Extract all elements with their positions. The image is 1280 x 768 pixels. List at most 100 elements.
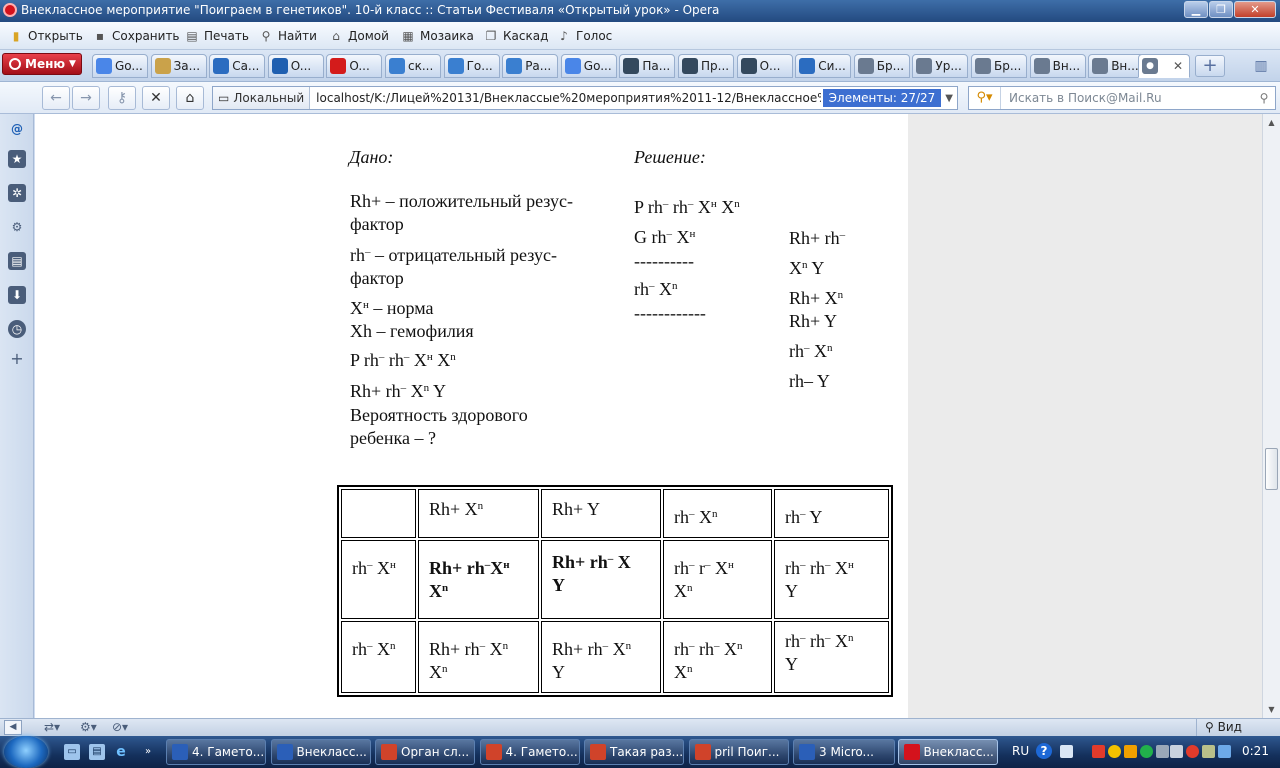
close-window-button[interactable]: ✕ [1234,1,1276,18]
home-nav-button[interactable]: ⌂ [176,86,204,110]
page-margin [908,114,1262,718]
save-button[interactable]: ▪ Сохранить [92,25,180,47]
tab-11[interactable]: О... [736,54,793,78]
taskbar-item[interactable]: 3 Micro... [793,739,895,765]
tray-icon[interactable] [1140,745,1153,758]
tab-5[interactable]: ск... [385,54,441,78]
tab-1[interactable]: За... [150,54,207,78]
address-field[interactable]: ▭ Локальный localhost/K:/Лицей%20131/Внек… [212,86,958,110]
url-text[interactable]: localhost/K:/Лицей%20131/Внеклассые%20ме… [310,91,821,105]
tray-icon[interactable] [1108,745,1121,758]
tab-9[interactable]: Па... [619,54,676,78]
explorer-icon[interactable]: ▤ [89,744,105,760]
unite-icon[interactable]: ⚙▾ [80,720,97,734]
toggle-panel-icon[interactable]: ◀ [4,720,22,735]
tab-2[interactable]: Са... [209,54,266,78]
forward-button[interactable]: → [72,86,100,110]
turbo-icon[interactable]: ⊘▾ [112,720,128,734]
tab-active[interactable]: ● ✕ [1138,54,1190,78]
solution-line: G rh– Xн [634,227,696,247]
zoom-indicator[interactable]: ⚲ Вид (130%) [1196,719,1280,751]
history-icon[interactable]: ◷ [8,320,26,338]
notes-icon[interactable]: ▤ [8,252,26,270]
elements-badge[interactable]: Элементы: 27/27 [822,89,942,107]
stop-button[interactable]: ✕ [142,86,170,110]
table-row: rh– Xn Rh+ rh– Xn Xn Rh+ rh– Xn Y rh– rh– … [341,621,889,693]
antivirus-icon[interactable] [1092,745,1105,758]
taskbar-item[interactable]: Такая раз... [584,739,684,765]
transfers-icon[interactable]: ⚙ [8,218,26,236]
maximize-button[interactable]: ❐ [1209,1,1233,18]
punnett-table: Rh+ Xn Rh+ Y rh– Xn rh– Y rh– Xн Rh+ rh–… [337,485,893,697]
tray-icon[interactable] [1202,745,1215,758]
taskbar-item[interactable]: Орган сл... [375,739,475,765]
back-button[interactable]: ← [42,86,70,110]
tray-icon[interactable] [1218,745,1231,758]
tab-0[interactable]: Go... [92,54,148,78]
search-go-icon[interactable]: ⚲ [1253,91,1275,105]
tab-10[interactable]: Пр... [678,54,734,78]
scroll-thumb[interactable] [1265,448,1278,490]
table-cell: rh– Y [774,489,889,538]
tab-4[interactable]: O... [326,54,383,78]
tab-13[interactable]: Бр... [853,54,910,78]
search-input[interactable]: Искать в Поиск@Mail.Ru [1001,91,1253,105]
clock[interactable]: 0:21 [1242,744,1269,758]
voice-button[interactable]: ♪ Голос [556,25,612,47]
tab-7[interactable]: Ра... [502,54,559,78]
taskbar-item[interactable]: 4. Гамето... [166,739,266,765]
taskbar-item[interactable]: Внекласс... [897,739,998,765]
add-panel-icon[interactable]: + [8,350,26,368]
ie-icon[interactable]: e [113,744,129,760]
widgets-icon[interactable]: ✲ [8,184,26,202]
start-button[interactable] [4,736,48,768]
quicklaunch-more-icon[interactable]: » [140,744,156,760]
opera-menu-button[interactable]: Меню ▼ [2,53,82,75]
search-engine-icon[interactable]: ⚲▾ [969,87,1001,109]
find-button[interactable]: ⚲ Найти [258,25,317,47]
tray-icon[interactable] [1060,745,1073,758]
help-icon[interactable]: ? [1036,743,1052,759]
address-dropdown-icon[interactable]: ▼ [941,93,957,104]
scroll-up-icon[interactable]: ▲ [1263,114,1280,131]
open-button[interactable]: ▮ Открыть [8,25,83,47]
tab-16[interactable]: Вн... [1029,54,1086,78]
printer-icon: ▤ [186,29,198,43]
taskbar-item[interactable]: pril Поиг... [688,739,789,765]
minimize-button[interactable]: ▁ [1184,1,1208,18]
home-button[interactable]: ⌂ Домой [328,25,389,47]
cascade-button[interactable]: ❐ Каскад [483,25,549,47]
taskbar-item[interactable]: 4. Гамето... [479,739,580,765]
new-tab-button[interactable]: + [1195,55,1225,77]
bookmarks-icon[interactable]: ★ [8,150,26,168]
mail-icon[interactable]: @ [8,120,26,138]
tab-6[interactable]: Го... [443,54,500,78]
taskbar-item[interactable]: Внекласс... [270,739,371,765]
tab-15[interactable]: Бр... [971,54,1027,78]
tab-14[interactable]: Ур... [912,54,969,78]
downloads-icon[interactable]: ⬇ [8,286,26,304]
search-box[interactable]: ⚲▾ Искать в Поиск@Mail.Ru ⚲ [968,86,1276,110]
tab-17[interactable]: Вн... [1088,54,1145,78]
key-icon[interactable]: ⚷ [108,86,136,110]
tab-8[interactable]: Go... [560,54,617,78]
tab-3[interactable]: O... [267,54,324,78]
trash-icon[interactable]: ▥ [1250,55,1272,77]
scroll-down-icon[interactable]: ▼ [1263,701,1280,718]
tray-icon[interactable] [1156,745,1169,758]
show-desktop-icon[interactable]: ▭ [64,744,80,760]
volume-icon[interactable] [1170,745,1183,758]
local-indicator[interactable]: ▭ Локальный [213,87,311,109]
tile-button[interactable]: ▦ Мозаика [400,25,474,47]
given-line: фактор [350,214,404,234]
tab-12[interactable]: Си... [795,54,852,78]
close-tab-icon[interactable]: ✕ [1173,59,1183,73]
network-icon[interactable] [1186,745,1199,758]
tab-label: Вн... [1052,59,1081,73]
sync-icon[interactable]: ⇄▾ [44,720,60,734]
vertical-scrollbar[interactable]: ▲ ▼ [1262,114,1280,718]
language-indicator[interactable]: RU [1012,744,1029,758]
tray-icon[interactable] [1124,745,1137,758]
print-button[interactable]: ▤ Печать [184,25,249,47]
opera-logo-icon [3,3,17,17]
